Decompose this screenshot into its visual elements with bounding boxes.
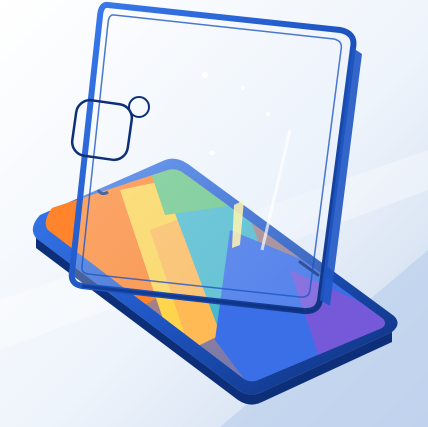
light-sparkle-3	[209, 150, 215, 156]
light-sparkle-1	[202, 72, 208, 78]
light-sparkle-4	[266, 112, 270, 116]
light-sparkle-2	[241, 86, 245, 90]
glass-back-panel	[71, 4, 354, 312]
product-photo-scene	[0, 0, 428, 427]
glass-back-cover	[68, 1, 362, 315]
product-photo	[0, 0, 428, 427]
